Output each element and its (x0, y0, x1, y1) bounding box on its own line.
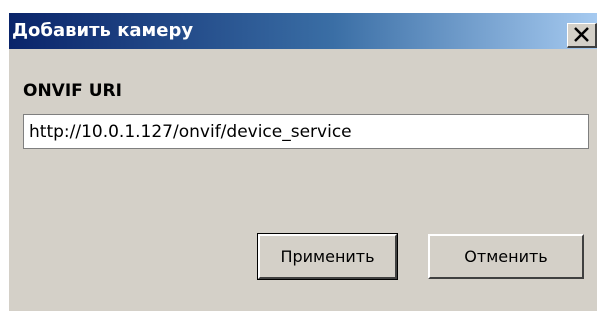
add-camera-dialog: Добавить камеру ONVIF URI Применить Отме… (9, 13, 597, 311)
onvif-uri-input[interactable] (23, 114, 589, 149)
close-button[interactable] (567, 23, 597, 48)
dialog-title: Добавить камеру (12, 20, 194, 41)
cancel-button[interactable]: Отменить (428, 234, 584, 279)
title-bar[interactable]: Добавить камеру (9, 13, 597, 49)
onvif-uri-label: ONVIF URI (23, 81, 122, 101)
apply-button[interactable]: Применить (257, 233, 398, 280)
close-icon (574, 27, 589, 42)
